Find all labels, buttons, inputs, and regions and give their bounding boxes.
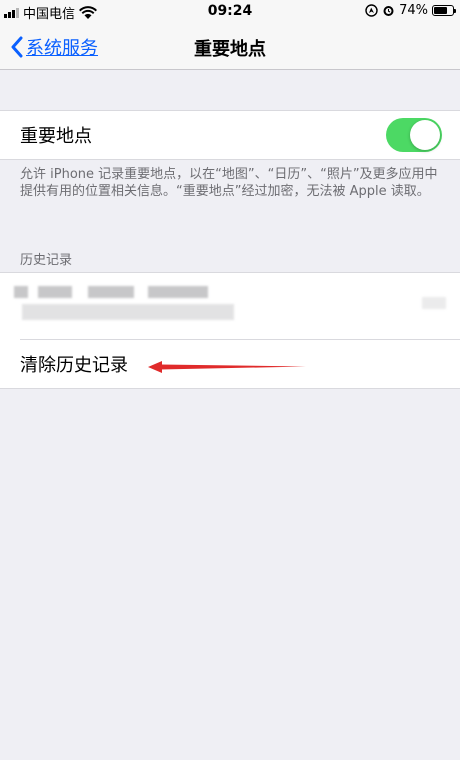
significant-locations-row: 重要地点: [20, 111, 442, 159]
redacted-block: [14, 286, 28, 298]
redacted-block: [22, 304, 234, 320]
toggle-label: 重要地点: [20, 126, 92, 147]
battery-percent: 74%: [399, 3, 428, 18]
significant-locations-group: 重要地点: [0, 110, 460, 160]
redacted-block: [148, 286, 208, 298]
page-title: 重要地点: [194, 39, 266, 60]
battery-icon: [432, 5, 456, 16]
status-bar: 中国电信 09:24 74%: [0, 0, 460, 24]
history-section-title: 历史记录: [20, 253, 73, 268]
alarm-icon: [383, 6, 394, 16]
battery-fill: [434, 7, 448, 14]
redacted-block: [38, 286, 72, 298]
status-right: 74%: [365, 3, 456, 18]
navigation-bar: 系统服务 重要地点: [0, 24, 460, 70]
redacted-block: [88, 286, 134, 298]
significant-locations-toggle[interactable]: [386, 118, 442, 152]
annotation-arrow: [148, 361, 306, 373]
blurred-history-item[interactable]: [0, 273, 460, 339]
description-text: 允许 iPhone 记录重要地点，以在“地图”、“日历”、“照片”及更多应用中提…: [20, 167, 438, 199]
location-icon: [365, 4, 378, 17]
clear-history-button[interactable]: 清除历史记录: [20, 340, 128, 388]
toggle-knob: [410, 120, 440, 150]
redacted-block: [422, 297, 446, 309]
